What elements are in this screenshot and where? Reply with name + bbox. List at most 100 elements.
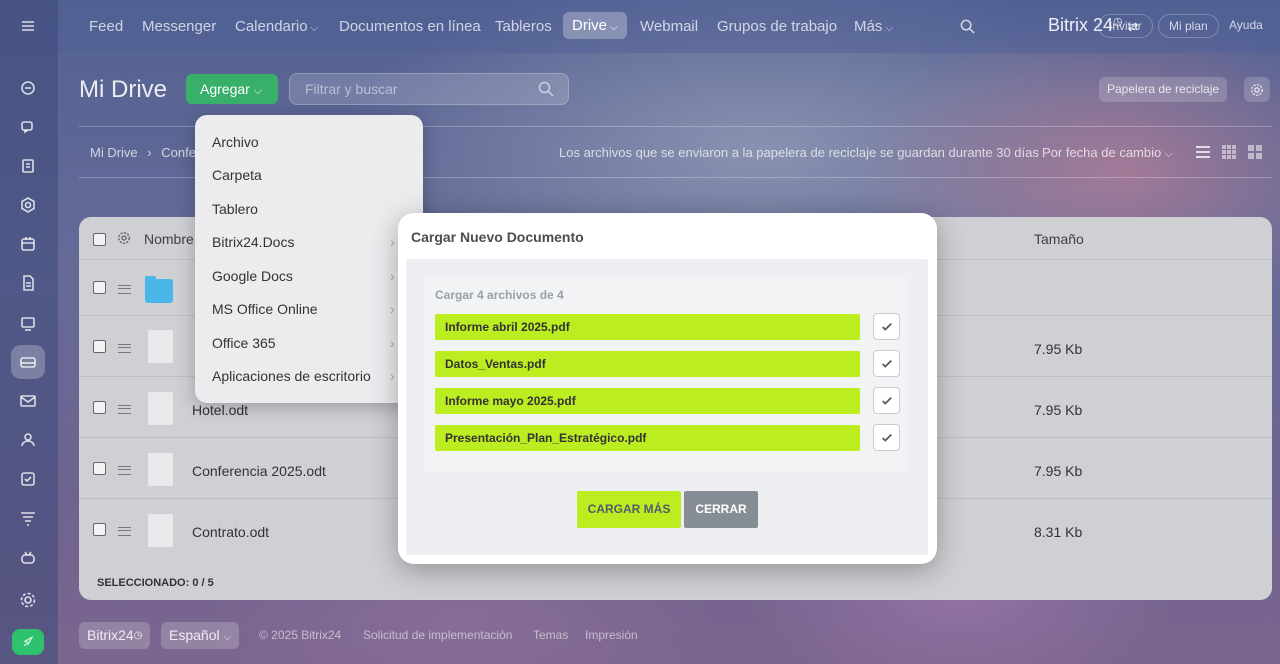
- nav-boards[interactable]: Tableros: [495, 18, 552, 35]
- feed-icon[interactable]: [11, 71, 45, 105]
- sort-label: Por fecha de cambio: [1042, 145, 1162, 160]
- boards-icon[interactable]: [11, 306, 45, 340]
- menu-icon[interactable]: [11, 9, 45, 43]
- nav-workgroups[interactable]: Grupos de trabajo: [717, 18, 837, 35]
- upload-file-bar: Informe abril 2025.pdf: [435, 314, 860, 340]
- file-size: 8.31 Kb: [1034, 524, 1083, 540]
- dialog-body: Cargar 4 archivos de 4 Informe abril 202…: [406, 259, 928, 555]
- row-menu-icon[interactable]: [118, 405, 131, 414]
- row-menu-icon[interactable]: [118, 527, 131, 536]
- file-size: 7.95 Kb: [1034, 402, 1083, 418]
- trash-notice: Los archivos que se enviaron a la papele…: [559, 145, 1039, 160]
- search-icon[interactable]: [538, 81, 554, 97]
- footer-brand[interactable]: Bitrix24◷: [79, 622, 151, 649]
- nav-more[interactable]: Más ⌵: [854, 18, 893, 35]
- grid-view-icon[interactable]: [1221, 144, 1237, 160]
- document-icon: [148, 330, 173, 363]
- nav-calendar-label: Calendario: [235, 18, 308, 35]
- chevron-right-icon: ›: [390, 301, 395, 317]
- drive-icon[interactable]: [11, 345, 45, 379]
- file-name[interactable]: Hotel.odt: [192, 402, 248, 418]
- select-all-checkbox[interactable]: [93, 233, 106, 246]
- settings-button[interactable]: [1244, 77, 1270, 102]
- filter-icon[interactable]: [11, 501, 45, 535]
- add-button[interactable]: Agregar ⌵: [186, 74, 278, 104]
- menu-item-desktop-apps[interactable]: Aplicaciones de escritorio: [212, 368, 371, 384]
- row-menu-icon[interactable]: [118, 285, 131, 294]
- upload-file-bar: Presentación_Plan_Estratégico.pdf: [435, 425, 860, 451]
- column-name[interactable]: Nombre: [144, 231, 194, 247]
- upload-done-check[interactable]: [873, 313, 900, 340]
- document-icon: [148, 453, 173, 486]
- menu-item-bitrix-docs[interactable]: Bitrix24.Docs: [212, 234, 294, 250]
- footer-themes[interactable]: Temas: [533, 628, 568, 642]
- upload-done-check[interactable]: [873, 350, 900, 377]
- trash-button[interactable]: Papelera de reciclaje: [1099, 77, 1228, 102]
- search-input[interactable]: Filtrar y buscar: [289, 73, 569, 105]
- rocket-icon[interactable]: [12, 629, 44, 655]
- document-icon: [148, 392, 173, 425]
- nav-more-label: Más: [854, 18, 883, 35]
- nav-drive[interactable]: Drive ⌵: [563, 12, 627, 39]
- language-selector[interactable]: Español ⌵: [161, 622, 240, 649]
- footer-brand-label: Bitrix24: [87, 627, 134, 643]
- menu-item-file[interactable]: Archivo: [212, 134, 259, 150]
- settings-icon[interactable]: [11, 583, 45, 617]
- row-checkbox[interactable]: [93, 340, 106, 353]
- menu-item-board[interactable]: Tablero: [212, 201, 258, 217]
- column-size[interactable]: Tamaño: [1034, 231, 1084, 247]
- plan-button[interactable]: Mi plan: [1158, 14, 1219, 38]
- search-icon[interactable]: [960, 19, 975, 34]
- docs-icon[interactable]: [11, 266, 45, 300]
- help-button[interactable]: Ayuda: [1219, 14, 1273, 38]
- gear-icon[interactable]: [117, 231, 131, 245]
- nav-webmail[interactable]: Webmail: [640, 18, 698, 35]
- left-sidebar: [0, 0, 58, 664]
- tasks-icon[interactable]: [11, 149, 45, 183]
- tile-view-icon[interactable]: [1247, 144, 1263, 160]
- nav-calendar[interactable]: Calendario ⌵: [235, 18, 318, 35]
- breadcrumb-root[interactable]: Mi Drive: [90, 145, 138, 160]
- row-checkbox[interactable]: [93, 401, 106, 414]
- check-icon: [881, 433, 892, 442]
- chevron-down-icon: ⌵: [310, 23, 319, 34]
- row-checkbox[interactable]: [93, 281, 106, 294]
- chat-icon[interactable]: [11, 110, 45, 144]
- menu-item-google-docs[interactable]: Google Docs: [212, 268, 293, 284]
- row-menu-icon[interactable]: [118, 344, 131, 353]
- groups-icon[interactable]: [11, 423, 45, 457]
- row-checkbox[interactable]: [93, 462, 106, 475]
- upload-count: Cargar 4 archivos de 4: [435, 288, 564, 302]
- list-view-icon[interactable]: [1195, 144, 1211, 160]
- row-menu-icon[interactable]: [118, 466, 131, 475]
- mail-icon[interactable]: [11, 384, 45, 418]
- nav-online-docs[interactable]: Documentos en línea: [339, 18, 481, 35]
- sort-dropdown[interactable]: Por fecha de cambio ⌵: [1042, 145, 1172, 160]
- check-icon: [881, 322, 892, 331]
- nav-messenger[interactable]: Messenger: [142, 18, 216, 35]
- close-button[interactable]: CERRAR: [684, 491, 758, 528]
- file-name[interactable]: Conferencia 2025.odt: [192, 463, 326, 479]
- upload-done-check[interactable]: [873, 387, 900, 414]
- row-checkbox[interactable]: [93, 523, 106, 536]
- breadcrumb-current[interactable]: Confe: [161, 145, 196, 160]
- selection-counter: SELECCIONADO: 0 / 5: [97, 577, 214, 589]
- invite-button[interactable]: Invitar: [1098, 14, 1153, 38]
- file-name[interactable]: Contrato.odt: [192, 524, 269, 540]
- chevron-down-icon: ⌵: [1164, 149, 1173, 160]
- footer-impl-request[interactable]: Solicitud de implementación: [363, 628, 512, 642]
- robot-icon[interactable]: [11, 540, 45, 574]
- chevron-right-icon: ›: [390, 335, 395, 351]
- dialog-title: Cargar Nuevo Documento: [411, 229, 584, 245]
- upload-done-check[interactable]: [873, 424, 900, 451]
- upload-file-bar: Datos_Ventas.pdf: [435, 351, 860, 377]
- checklist-icon[interactable]: [11, 462, 45, 496]
- collab-icon[interactable]: [11, 188, 45, 222]
- footer-print[interactable]: Impresión: [585, 628, 638, 642]
- menu-item-ms-office-online[interactable]: MS Office Online: [212, 301, 318, 317]
- menu-item-office-365[interactable]: Office 365: [212, 335, 276, 351]
- upload-more-button[interactable]: CARGAR MÁS: [577, 491, 681, 528]
- menu-item-folder[interactable]: Carpeta: [212, 167, 262, 183]
- calendar-icon[interactable]: [11, 227, 45, 261]
- nav-feed[interactable]: Feed: [89, 18, 123, 35]
